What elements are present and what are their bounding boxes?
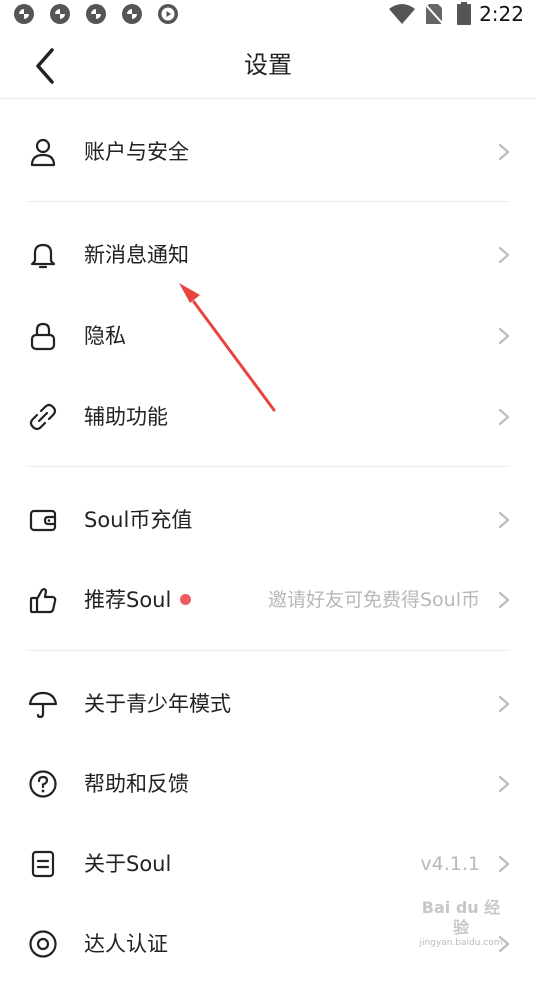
status-time: 2:22 [479,2,524,26]
help-icon [29,770,57,798]
wifi-icon [389,4,415,24]
settings-item-youth-mode[interactable]: 关于青少年模式 [0,664,536,744]
settings-item-label: 推荐Soul [84,588,172,612]
divider [26,201,510,202]
chevron-right-icon [498,327,510,345]
settings-item-label: 关于青少年模式 [84,692,231,716]
settings-item-label: 辅助功能 [84,405,168,429]
watermark-url: jingyan.baidu.com [419,938,503,948]
wallet-icon [29,509,57,532]
settings-item-help-feedback[interactable]: 帮助和反馈 [0,744,536,824]
lock-icon [30,322,56,351]
page-title: 设置 [244,51,292,79]
bell-icon [30,243,56,269]
chevron-right-icon [498,143,510,161]
chevron-right-icon [498,775,510,793]
baidu-watermark: Bai du 经验 jingyan.baidu.com [416,898,506,949]
settings-item-label: 新消息通知 [84,243,189,267]
document-icon [31,850,55,878]
thumbs-up-icon [29,588,57,614]
settings-item-accessibility[interactable]: 辅助功能 [0,377,536,457]
red-dot-badge [180,594,191,605]
soul-notify-icon [86,4,106,24]
settings-item-label: 关于Soul [84,852,172,876]
verify-icon [29,930,57,958]
chevron-right-icon [498,408,510,426]
soul-notify-icon [14,4,34,24]
umbrella-icon [28,691,58,719]
title-bar: 设置 [0,28,536,99]
no-sim-icon [424,3,444,25]
divider [26,650,510,651]
chevron-right-icon [498,695,510,713]
chevron-right-icon [498,855,510,873]
divider [26,466,510,467]
version-value: v4.1.1 [420,853,480,875]
link-icon [29,403,57,431]
chevron-right-icon [498,246,510,264]
settings-item-account-security[interactable]: 账户与安全 [0,112,536,192]
settings-item-label: 账户与安全 [84,140,189,164]
soul-notify-icon [50,4,70,24]
user-icon [30,138,56,167]
chevron-right-icon [498,591,510,609]
battery-icon [457,2,471,25]
settings-item-label: 达人认证 [84,932,168,956]
settings-item-label: 帮助和反馈 [84,772,189,796]
settings-item-recharge[interactable]: Soul币充值 [0,480,536,560]
settings-item-recommend[interactable]: 推荐Soul 邀请好友可免费得Soul币 [0,560,536,640]
watermark-text: Bai du 经验 [421,898,501,937]
chevron-right-icon [498,511,510,529]
status-bar: 2:22 [0,0,536,28]
settings-item-privacy[interactable]: 隐私 [0,296,536,376]
settings-item-about[interactable]: 关于Soul v4.1.1 [0,824,536,904]
play-notify-icon [158,4,178,24]
settings-item-label: Soul币充值 [84,508,193,532]
settings-item-value: 邀请好友可免费得Soul币 [267,589,480,611]
settings-item-label: 隐私 [84,324,126,348]
soul-notify-icon [122,4,142,24]
settings-item-notifications[interactable]: 新消息通知 [0,215,536,295]
